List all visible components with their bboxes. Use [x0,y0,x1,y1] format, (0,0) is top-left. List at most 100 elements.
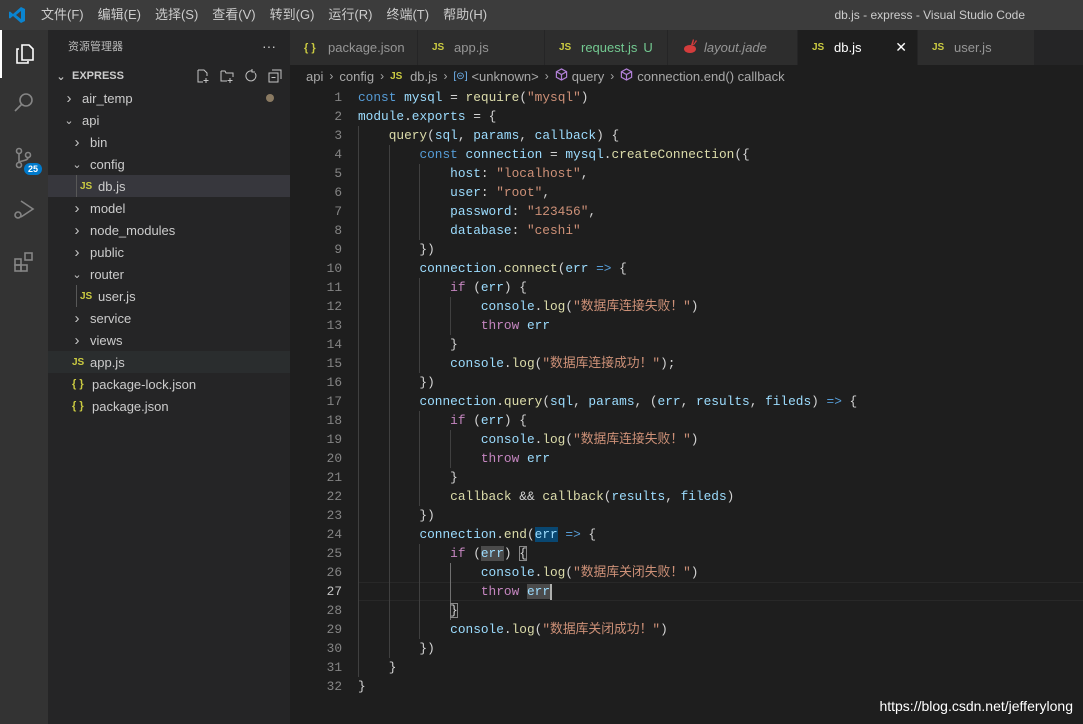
menu-item[interactable]: 帮助(H) [436,0,494,30]
code-line[interactable]: user: "root", [358,183,550,202]
tree-item-air-temp[interactable]: › air_temp [48,87,290,109]
code-line[interactable]: }) [358,240,435,259]
code-line[interactable]: const connection = mysql.createConnectio… [358,145,750,164]
code-line[interactable]: const mysql = require("mysql") [358,88,588,107]
menu-item[interactable]: 查看(V) [205,0,262,30]
code-token: }) [358,641,435,656]
code-line[interactable]: }) [358,506,435,525]
source-control-icon[interactable]: 25 [0,134,48,182]
tree-item-public[interactable]: › public [48,241,290,263]
code-line[interactable]: host: "localhost", [358,164,588,183]
breadcrumb-item[interactable]: connection.end() callback [637,69,784,84]
menu-item[interactable]: 编辑(E) [91,0,148,30]
tree-item-model[interactable]: › model [48,197,290,219]
tree-item-service[interactable]: › service [48,307,290,329]
code-line[interactable]: } [358,468,458,487]
code-line[interactable]: throw err [358,316,550,335]
line-number: 21 [326,470,342,485]
code-token: = { [465,109,497,124]
code-line[interactable]: }) [358,639,435,658]
tab-user-js[interactable]: JS user.js [918,30,1035,65]
code-token: }) [358,508,435,523]
code-token: connection [419,527,497,542]
search-icon[interactable] [0,78,48,126]
code-line[interactable]: callback && callback(results, fileds) [358,487,734,506]
tab-layout-jade[interactable]: layout.jade [668,30,798,65]
code-editor[interactable]: 1 const mysql = require("mysql") 2 module.e… [290,87,1083,724]
tree-item-api[interactable]: ⌄ api [48,109,290,131]
code-token: err [657,394,681,409]
code-line[interactable]: } [358,601,458,620]
tree-item-package-json[interactable]: { } package.json [48,395,290,417]
breadcrumb-item[interactable]: query [572,69,605,84]
tree-item-app-js[interactable]: JS app.js [48,351,290,373]
code-line[interactable]: connection.query(sql, params, (err, resu… [358,392,857,411]
code-token: }) [358,242,435,257]
code-token: , [457,128,474,143]
code-token: log [542,299,566,314]
menu-item[interactable]: 转到(G) [263,0,322,30]
tab-app-js[interactable]: JS app.js [418,30,545,65]
tree-item-router[interactable]: ⌄ router [48,263,290,285]
code-line[interactable]: database: "ceshi" [358,221,581,240]
tree-item-package-lock-json[interactable]: { } package-lock.json [48,373,290,395]
code-line[interactable]: console.log("数据库关闭成功！") [358,620,668,639]
code-line[interactable]: if (err) { [358,544,527,563]
code-line[interactable]: connection.end(err => { [358,525,596,544]
more-actions-button[interactable]: ··· [262,30,276,63]
code-line[interactable]: connection.connect(err => { [358,259,626,278]
breadcrumb-item[interactable]: config [339,69,374,84]
tab-db-js[interactable]: JS db.js ✕ [798,30,918,65]
line-number: 29 [326,622,342,637]
code-token: , [519,128,535,143]
code-token: ({ [734,147,750,162]
extensions-icon[interactable] [0,238,48,286]
code-token: err [534,527,558,542]
tree-item-db-js[interactable]: JS db.js [48,175,290,197]
code-token: ( [519,90,527,105]
breadcrumb-item[interactable]: db.js [410,69,437,84]
tree-item-node-modules[interactable]: › node_modules [48,219,290,241]
new-folder-icon[interactable] [218,67,236,85]
workspace-section-header[interactable]: ⌄ EXPRESS [48,65,290,87]
menu-item[interactable]: 文件(F) [34,0,91,30]
code-token: query [503,394,543,409]
code-line[interactable]: }) [358,373,434,392]
run-debug-icon[interactable] [0,186,48,234]
code-line[interactable]: console.log("数据库连接失败！") [358,430,699,449]
line-number: 2 [334,109,342,124]
tab-request-js[interactable]: JS request.js U [545,30,668,65]
code-line[interactable]: } [358,658,397,677]
code-line[interactable]: console.log("数据库连接成功！"); [358,354,675,373]
tree-item-bin[interactable]: › bin [48,131,290,153]
code-line[interactable]: } [358,335,458,354]
tree-item-user-js[interactable]: JS user.js [48,285,290,307]
tree-item-views[interactable]: › views [48,329,290,351]
breadcrumb-item[interactable]: <unknown> [471,69,538,84]
chevron-down-icon: ⌄ [72,158,82,171]
code-line[interactable]: throw err [358,449,550,468]
code-line[interactable]: } [358,677,366,696]
menu-item[interactable]: 选择(S) [148,0,205,30]
breadcrumb-item[interactable]: api [306,69,323,84]
explorer-icon[interactable] [0,30,48,78]
modified-dot-icon [266,94,274,102]
code-line[interactable]: throw err [358,582,553,601]
close-tab-button[interactable]: ✕ [895,39,907,56]
menu-item[interactable]: 运行(R) [321,0,379,30]
code-line[interactable]: if (err) { [358,411,527,430]
tab-package-json[interactable]: { } package.json [290,30,418,65]
refresh-icon[interactable] [242,67,260,85]
collapse-all-icon[interactable] [266,67,284,85]
new-file-icon[interactable] [194,67,212,85]
code-line[interactable]: module.exports = { [358,107,496,126]
code-line[interactable]: console.log("数据库关闭失败！") [358,563,699,582]
menu-item[interactable]: 终端(T) [379,0,436,30]
code-line[interactable]: if (err) { [358,278,527,297]
code-line[interactable]: query(sql, params, callback) { [358,126,619,145]
tree-item-config[interactable]: ⌄ config [48,153,290,175]
code-line[interactable]: password: "123456", [358,202,596,221]
line-number: 17 [326,394,342,409]
code-line[interactable]: console.log("数据库连接失败！") [358,297,699,316]
